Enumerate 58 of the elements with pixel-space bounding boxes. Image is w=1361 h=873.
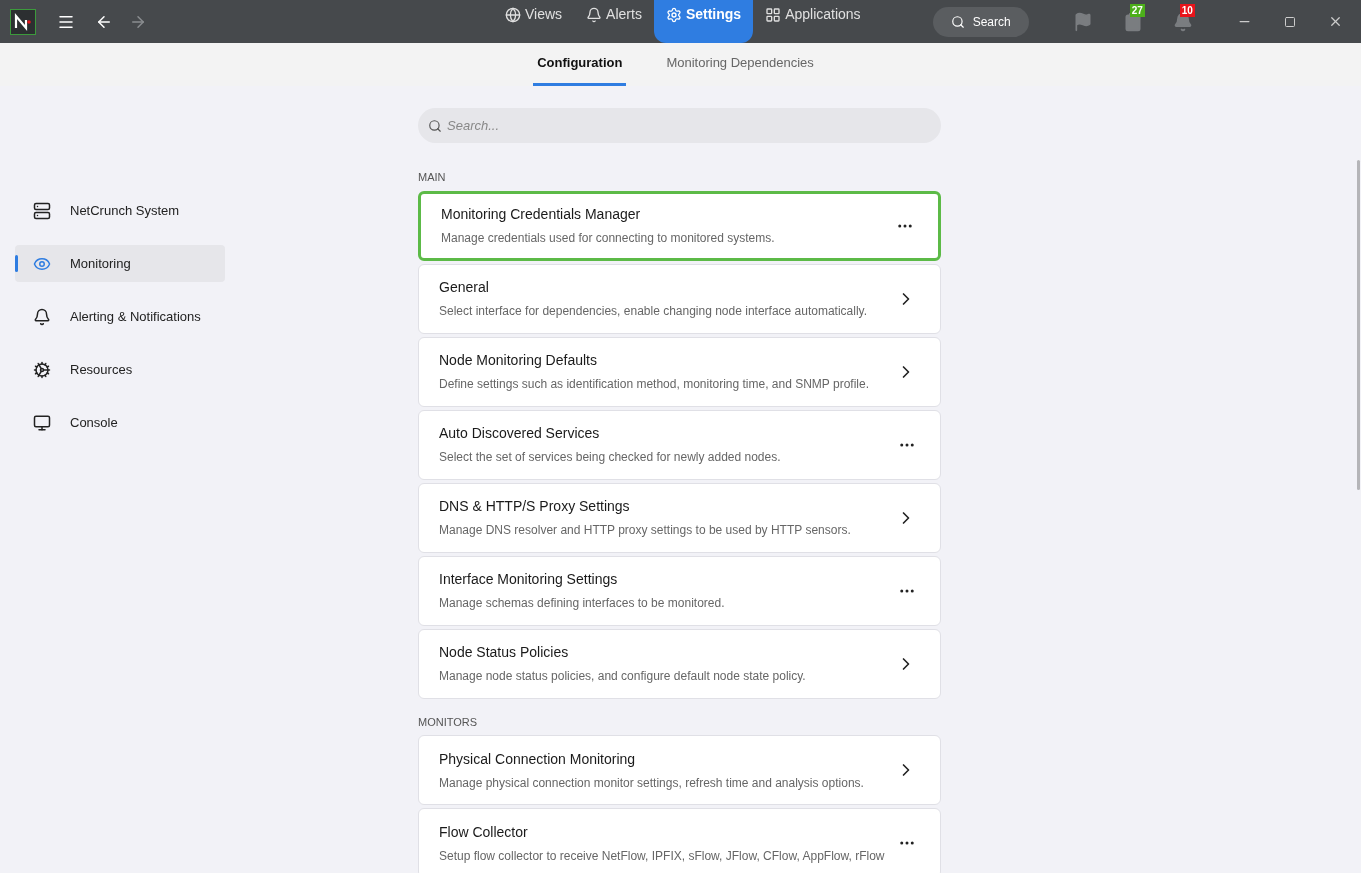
card-description: Manage credentials used for connecting to monitored systems. bbox=[441, 230, 776, 247]
settings-card[interactable]: Auto Discovered Services Select the set of services being checked for newly added nodes. bbox=[418, 409, 941, 480]
search-icon bbox=[428, 119, 442, 133]
settings-card[interactable]: General Select interface for dependencies, enable changing node interface automatically. bbox=[418, 263, 941, 334]
nav-tab[interactable]: Alerts bbox=[574, 0, 654, 43]
count-badge: 27 bbox=[1129, 3, 1145, 17]
count-badge: 10 bbox=[1179, 3, 1195, 17]
grid-icon bbox=[765, 6, 782, 23]
card-description: Manage schemas defining interfaces to be monitored. bbox=[439, 595, 726, 612]
card-title: Node Monitoring Defaults bbox=[439, 351, 598, 370]
section-heading: MONITORS bbox=[418, 714, 479, 730]
sidebar-item[interactable]: Alerting & Notifications bbox=[15, 298, 225, 335]
sidebar-item[interactable]: Console bbox=[15, 404, 225, 441]
sidebar-item[interactable]: Monitoring bbox=[15, 245, 225, 282]
sidebar-item[interactable]: Resources bbox=[15, 351, 225, 388]
card-title: Flow Collector bbox=[439, 822, 529, 842]
settings-icon bbox=[665, 6, 682, 23]
card-description: Setup flow collector to receive NetFlow, IPFIX, sFlow, JFlow, CFlow, AppFlow, rFlow bbox=[439, 847, 886, 865]
card-title: DNS & HTTP/S Proxy Settings bbox=[439, 497, 631, 516]
card-title: Node Status Policies bbox=[439, 643, 570, 662]
logo-icon bbox=[10, 8, 36, 35]
card-description: Manage physical connection monitor settings, refresh time and analysis options. bbox=[439, 774, 865, 792]
maximize-icon[interactable] bbox=[1284, 15, 1296, 28]
search-icon bbox=[950, 14, 965, 29]
settings-card[interactable]: Monitoring Credentials Manager Manage credentials used for connecting to monitored systems. bbox=[418, 190, 941, 261]
settings-card[interactable]: Flow Collector Setup flow collector to receive NetFlow, IPFIX, sFlow, JFlow, CFlow, AppFlow, rFlow bbox=[418, 808, 941, 873]
card-title: Monitoring Credentials Manager bbox=[441, 205, 642, 224]
card-description: Manage node status policies, and configure default node state policy. bbox=[439, 668, 807, 685]
search-button[interactable]: Search bbox=[932, 6, 1029, 37]
scrollbar[interactable] bbox=[1357, 160, 1360, 490]
monitor-icon bbox=[33, 413, 51, 432]
close-icon[interactable] bbox=[1328, 14, 1343, 29]
settings-card[interactable]: Interface Monitoring Settings Manage schemas defining interfaces to be monitored. bbox=[418, 555, 941, 626]
settings-card[interactable]: Node Monitoring Defaults Define settings such as identification method, monitoring time, and SNMP profile. bbox=[418, 336, 941, 407]
card-title: Physical Connection Monitoring bbox=[439, 749, 637, 769]
nav-tab[interactable]: Settings bbox=[653, 0, 754, 43]
settings-card[interactable]: DNS & HTTP/S Proxy Settings Manage DNS resolver and HTTP proxy settings to be used by HTTP sensors. bbox=[418, 482, 941, 553]
sidebar-item[interactable]: NetCrunch System bbox=[15, 192, 225, 229]
nav-tab[interactable]: Views bbox=[493, 0, 575, 43]
bell-icon bbox=[33, 307, 51, 326]
card-title: Interface Monitoring Settings bbox=[439, 570, 619, 589]
card-description: Define settings such as identification method, monitoring time, and SNMP profile. bbox=[439, 376, 870, 393]
settings-card[interactable]: Physical Connection Monitoring Manage physical connection monitor settings, refresh time and analysis options. bbox=[418, 735, 941, 805]
globe-icon bbox=[505, 6, 521, 23]
gear-icon bbox=[33, 360, 51, 379]
card-title: General bbox=[439, 278, 490, 297]
sub-tab[interactable]: Monitoring Dependencies bbox=[662, 43, 818, 86]
card-description: Manage DNS resolver and HTTP proxy settings to be used by HTTP sensors. bbox=[439, 522, 852, 539]
settings-card[interactable]: Node Status Policies Manage node status policies, and configure default node state policy. bbox=[418, 628, 941, 699]
card-description: Select the set of services being checked for newly added nodes. bbox=[439, 449, 782, 466]
server-icon bbox=[33, 201, 51, 220]
section-heading: MAIN bbox=[418, 170, 447, 185]
search-field[interactable]: Search... bbox=[418, 108, 941, 143]
card-description: Select interface for dependencies, enable changing node interface automatically. bbox=[439, 303, 869, 320]
sub-tab[interactable]: Configuration bbox=[533, 43, 627, 86]
bell-icon bbox=[586, 6, 603, 23]
nav-tab[interactable]: Applications bbox=[753, 0, 873, 43]
card-title: Auto Discovered Services bbox=[439, 424, 601, 443]
